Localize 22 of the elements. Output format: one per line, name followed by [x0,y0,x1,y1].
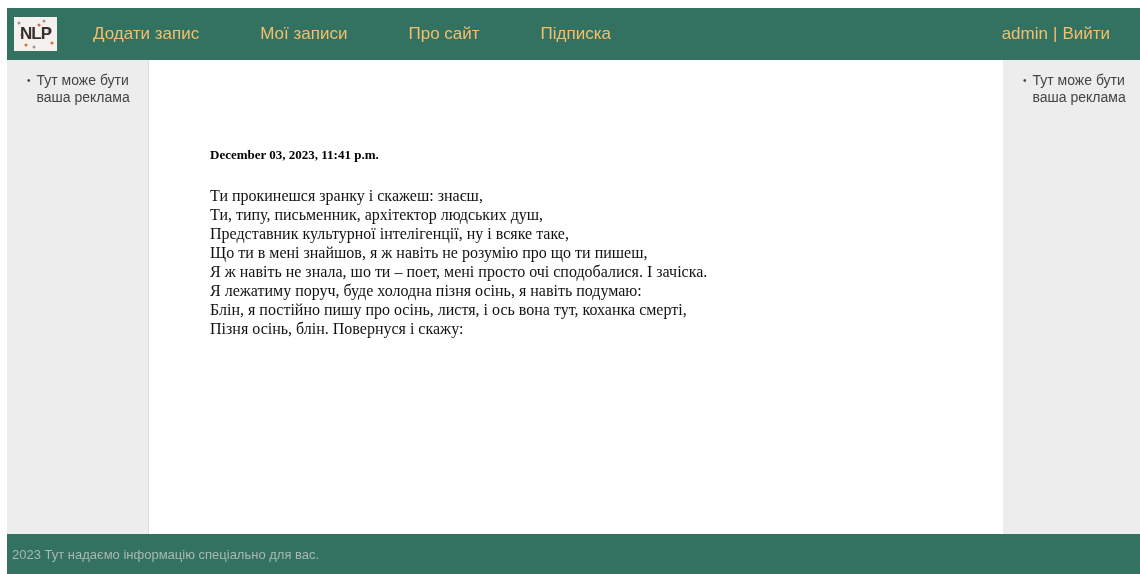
nav-link[interactable]: Додати запис [93,24,200,44]
bullet: • [1023,74,1027,88]
poem-line: Блін, я постійно пишу про осінь, листя, і ось вона тут, коханка смерті, [210,300,688,319]
nav-link[interactable]: Про сайт [408,24,480,44]
poem-line: Ти, типу, письменник, архітектор людських душ, [210,205,545,224]
nav-link[interactable]: Мої записи [260,24,348,44]
user-link[interactable]: admin [1001,24,1048,44]
site-logo[interactable]: NLP [14,17,57,51]
bullet: • [27,74,31,88]
separator: | [1052,24,1058,44]
poem-line: Я ж навіть не знала, шо ти – поет, мені просто очі сподобалися. І зачіска. [210,262,709,281]
poem-line: Я лежатиму поруч, буде холодна пізня осінь, я навіть подумаю: [210,281,643,300]
poem-line: Що ти в мені знайшов, я ж навіть не розумію про що ти пишеш, [210,243,649,262]
nav-link[interactable]: Підписка [540,24,611,44]
footer-text: 2023 Тут надаємо інформацію спеціально для вас. [12,546,320,562]
poem-line: Пізня осінь, блін. Повернуся і скажу: [210,319,465,338]
ad-text: Тут може бути ваша реклама [36,72,131,106]
post-date: December 03, 2023, 11:41 p.m. [210,147,380,163]
poem-line: Ти прокинешся зранку і скажеш: знаєш, [210,186,484,205]
poem-line: Представник культурної інтелігенції, ну і всяке таке, [210,224,570,243]
ad-text: Тут може бути ваша реклама [1032,72,1127,106]
logout-link[interactable]: Вийти [1062,24,1110,44]
